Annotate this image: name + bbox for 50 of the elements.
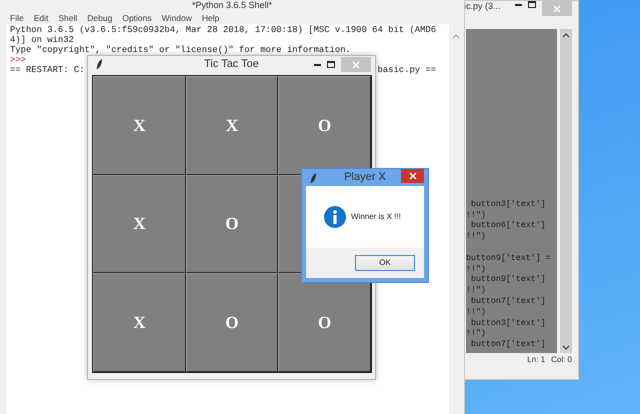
menu-item[interactable]: Edit xyxy=(34,12,48,23)
code-line: button9['text'] = xyxy=(466,254,552,265)
minimize-icon[interactable] xyxy=(515,1,522,9)
code-line: !!") xyxy=(466,264,487,275)
restart-text: == RESTART: C: xyxy=(10,65,85,75)
maximize-icon[interactable] xyxy=(528,1,536,9)
restart-text: basic.py == xyxy=(377,65,436,75)
board-button[interactable]: X xyxy=(93,273,186,372)
output-line: Type "copyright", "credits" or "license()" for more information. xyxy=(10,45,351,55)
window-title: *Python 3.6.5 Shell* xyxy=(192,0,272,11)
menu-item[interactable]: Help xyxy=(202,12,220,23)
menu-item[interactable]: File xyxy=(10,12,24,23)
board-button[interactable]: X xyxy=(186,76,278,175)
shell-prompt: >>> xyxy=(10,55,26,65)
close-icon[interactable] xyxy=(408,172,416,180)
menu-item[interactable]: Shell xyxy=(58,12,78,23)
board-button[interactable]: O xyxy=(186,273,278,372)
board-button[interactable]: O xyxy=(186,174,278,274)
menu-item[interactable]: Window xyxy=(162,12,192,23)
dialog-message: Winner is X !!! xyxy=(351,211,401,223)
code-line: !!") xyxy=(466,329,487,340)
scroll-down-icon xyxy=(562,344,570,351)
ok-button[interactable]: OK xyxy=(355,255,415,271)
menu-item[interactable]: Debug xyxy=(87,12,112,23)
code-line: button3['text'] xyxy=(470,200,547,211)
info-icon xyxy=(324,206,346,228)
code-line: !!") xyxy=(466,308,487,319)
board-button[interactable]: X xyxy=(93,174,186,274)
status-text: Ln: 1 xyxy=(527,354,546,366)
code-line: !!") xyxy=(466,232,487,244)
code-line: !!") xyxy=(466,286,487,297)
feather-icon xyxy=(96,59,103,69)
scroll-up-icon xyxy=(452,33,460,40)
output-line: Python 3.6.5 (v3.6.5:f59c0932b4, Mar 28 2018, 17:00:18) [MSC v.1900 64 bit (AMD6 xyxy=(10,25,436,35)
code-line: button7['text'] xyxy=(470,340,547,351)
close-button[interactable] xyxy=(401,169,424,183)
scroll-up-icon xyxy=(562,32,570,39)
feather-icon xyxy=(310,173,317,183)
output-line: 4)] on win32 xyxy=(10,35,74,45)
status-text: Col: 0 xyxy=(551,354,572,366)
code-line: !!") xyxy=(466,210,487,221)
code-line: button7['text'] xyxy=(470,297,547,308)
board-button[interactable]: O xyxy=(278,273,371,372)
code-line: button3['text'] xyxy=(470,318,547,329)
window-title: Tic Tac Toe xyxy=(204,57,259,72)
maximize-icon[interactable] xyxy=(327,60,335,68)
menu-item[interactable]: Options xyxy=(122,12,152,23)
board-button[interactable]: X xyxy=(93,76,186,175)
code-line: button6['text'] xyxy=(470,221,547,232)
code-line: button9['text'] xyxy=(470,275,547,286)
